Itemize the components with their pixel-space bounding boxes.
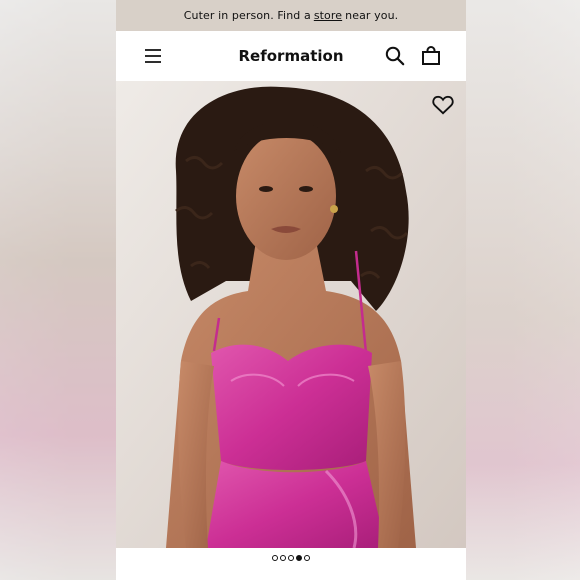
promo-text-prefix: Cuter in person. Find a (183, 9, 311, 22)
menu-icon[interactable] (142, 45, 164, 67)
bag-icon[interactable] (420, 45, 442, 67)
promo-text-suffix: near you. (345, 9, 399, 22)
carousel-dot-3[interactable] (288, 555, 294, 561)
search-icon[interactable] (384, 45, 406, 67)
product-image[interactable] (116, 81, 466, 548)
blurred-background-left (0, 0, 116, 580)
blurred-background-right (466, 0, 580, 580)
store-link[interactable]: store (314, 9, 342, 22)
brand-logo[interactable]: Reformation (239, 47, 344, 65)
promo-banner: Cuter in person. Find a store near you. (116, 0, 466, 31)
carousel-dot-5[interactable] (304, 555, 310, 561)
carousel-dot-1[interactable] (272, 555, 278, 561)
carousel-indicators (116, 548, 466, 568)
heart-icon[interactable] (432, 95, 454, 119)
top-navigation: Reformation (116, 31, 466, 81)
carousel-dot-4[interactable] (296, 555, 302, 561)
mobile-screen: Cuter in person. Find a store near you. … (116, 0, 466, 580)
carousel-dot-2[interactable] (280, 555, 286, 561)
model-illustration (116, 81, 466, 548)
nav-actions (384, 45, 442, 67)
